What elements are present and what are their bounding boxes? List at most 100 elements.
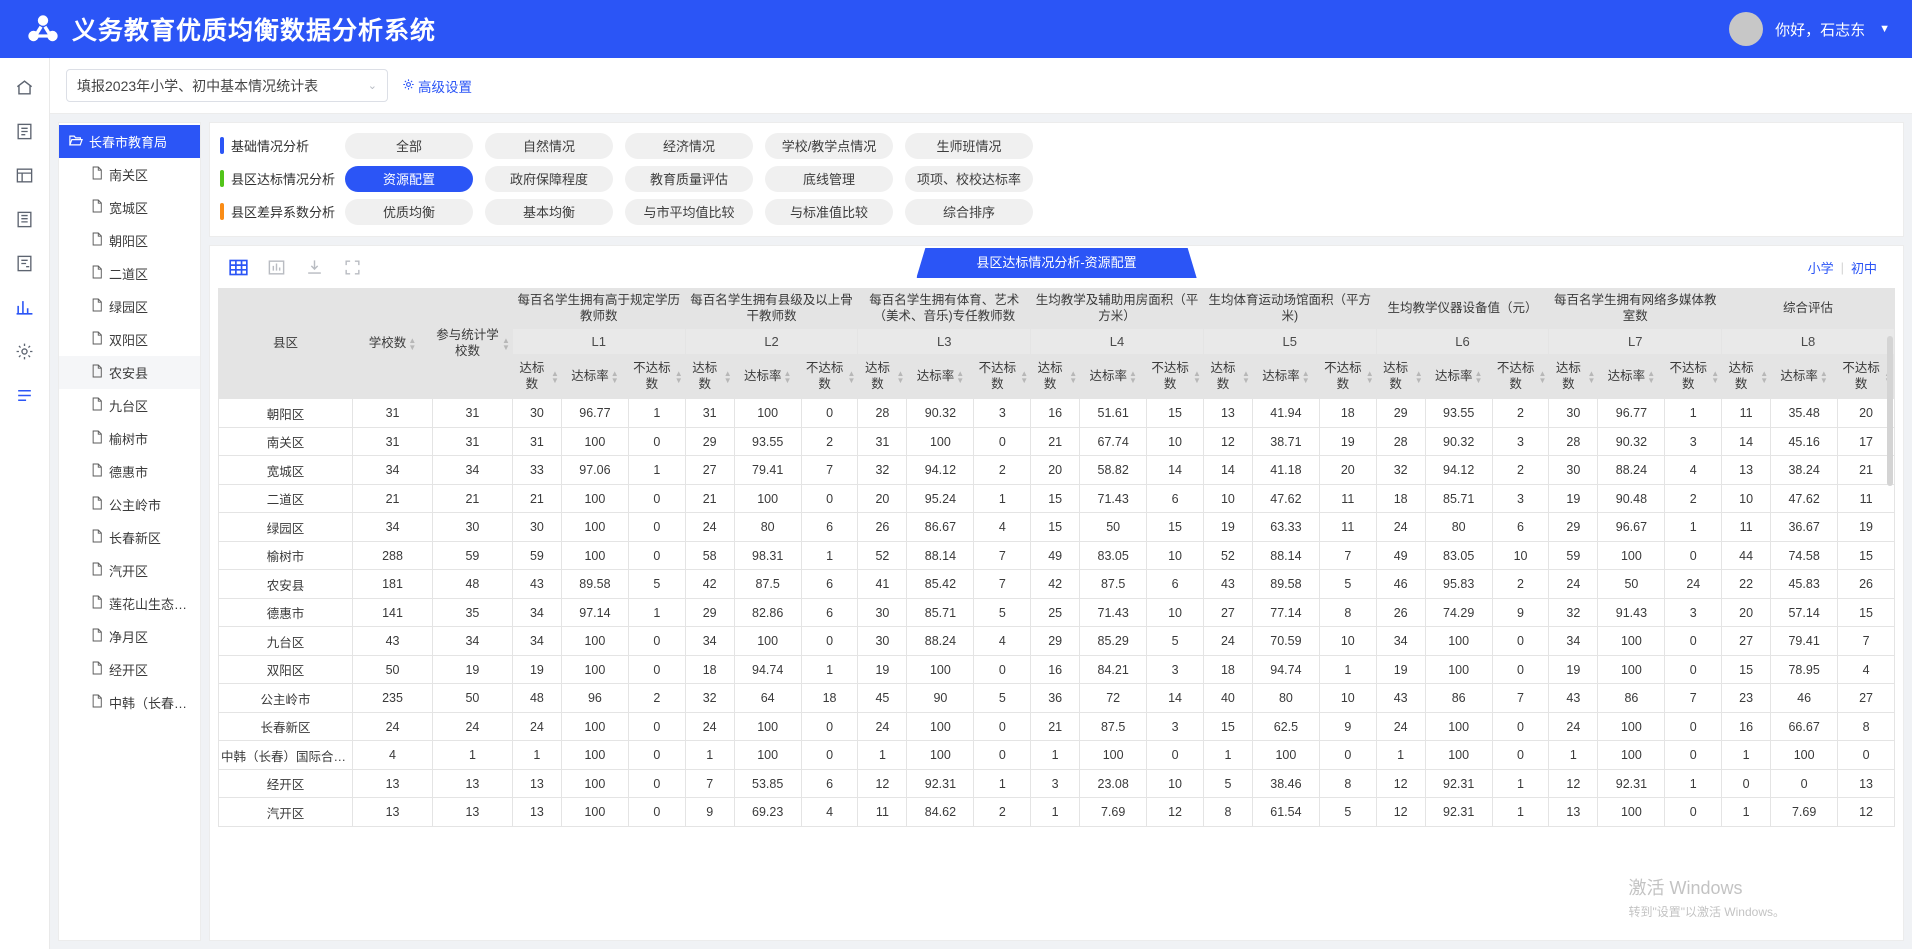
fullscreen-icon[interactable] — [340, 255, 364, 279]
report-select[interactable]: 填报2023年小学、初中基本情况统计表 ⌄ — [66, 69, 388, 102]
sort-icon[interactable]: ▲▼ — [896, 369, 904, 384]
column-header-pass-rate[interactable]: 达标率 ▲ ▼ — [1079, 354, 1148, 400]
sort-icon[interactable]: ▲▼ — [408, 336, 416, 351]
sort-icon[interactable]: ▲▼ — [1129, 369, 1137, 384]
sort-icon[interactable]: ▲▼ — [611, 369, 619, 384]
category-chip[interactable]: 资源配置 — [345, 165, 473, 192]
level-junior[interactable]: 初中 — [1851, 258, 1877, 277]
column-header-fail-count[interactable]: 不达标数▲▼ — [1318, 354, 1377, 400]
table-row[interactable]: 宽城区 34 34 33 97.06 1 27 79.41 7 32 94.12 2 20 58.82 14… — [218, 455, 1895, 485]
sort-icon[interactable]: ▲▼ — [956, 369, 964, 384]
table-row[interactable]: 经开区 13 13 13 100 0 7 53.85 6 12 92.31 1 3 23.08 10 5 38.… — [218, 768, 1895, 799]
column-header-pass-count[interactable]: 达标数 ▲ ▼ — [1721, 354, 1772, 400]
category-chip[interactable]: 基本均衡 — [485, 198, 613, 225]
tree-item[interactable]: 中韩（长春… — [59, 686, 200, 719]
category-chip[interactable]: 生师班情况 — [905, 132, 1033, 159]
column-header-pass-rate[interactable]: 达标率 ▲ ▼ — [560, 354, 629, 400]
table-row[interactable]: 双阳区 50 19 19 100 0 18 94.74 1 19 100 0 16 84.21 3 18 94.… — [218, 654, 1895, 685]
report-icon[interactable] — [12, 250, 38, 276]
table-row[interactable]: 绿园区 34 30 30 100 0 24 80 6 26 86.67 4 15 50 15 19 63.33 1… — [218, 512, 1895, 542]
sort-icon[interactable]: ▲▼ — [502, 336, 510, 351]
column-header-pass-rate[interactable]: 达标率 ▲ ▼ — [1424, 354, 1493, 400]
category-chip[interactable]: 教育质量评估 — [625, 165, 753, 192]
document-icon[interactable] — [12, 206, 38, 232]
table-row[interactable]: 中韩（长春）国际合作… 4 1 1 100 0 1 100 0 1 100 0 1 100 0 1 100 0 1 1… — [218, 740, 1895, 770]
sort-icon[interactable]: ▲▼ — [1760, 369, 1768, 384]
home-icon[interactable] — [12, 74, 38, 100]
caret-down-icon[interactable]: ▼ — [1879, 23, 1890, 35]
table-row[interactable]: 朝阳区 31 31 30 96.77 1 31 100 0 28 90.32 3 16 51.61 15 13… — [218, 398, 1895, 428]
column-header-fail-count[interactable]: 不达标数▲▼ — [1664, 354, 1723, 400]
scrollbar-thumb[interactable] — [1887, 336, 1893, 486]
category-chip[interactable]: 学校/教学点情况 — [765, 132, 893, 159]
download-icon[interactable] — [302, 255, 326, 279]
tree-item[interactable]: 绿园区 — [59, 290, 200, 323]
vertical-scrollbar[interactable] — [1887, 336, 1893, 932]
category-chip[interactable]: 全部 — [345, 132, 473, 159]
tree-item[interactable]: 德惠市 — [59, 455, 200, 488]
table-row[interactable]: 公主岭市 235 50 48 96 2 32 64 18 45 90 5 36 72 14 40 80 10 43 8… — [218, 683, 1895, 713]
table-row[interactable]: 汽开区 13 13 13 100 0 9 69.23 4 11 84.62 2 1 7.69 12 8 61.5… — [218, 797, 1895, 827]
tree-item[interactable]: 汽开区 — [59, 554, 200, 587]
column-header-counted-schools[interactable]: 参与统计学校数 ▲ ▼ — [431, 288, 513, 400]
sort-icon[interactable]: ▲▼ — [783, 369, 791, 384]
sort-icon[interactable]: ▲▼ — [1415, 369, 1423, 384]
tree-root-changchun-bureau[interactable]: 长春市教育局 — [59, 125, 200, 158]
tree-item[interactable]: 南关区 — [59, 158, 200, 191]
tree-item[interactable]: 农安县 — [59, 356, 200, 389]
column-header-pass-count[interactable]: 达标数 ▲ ▼ — [1375, 354, 1426, 400]
tree-item[interactable]: 二道区 — [59, 257, 200, 290]
tree-item[interactable]: 经开区 — [59, 653, 200, 686]
table-row[interactable]: 长春新区 24 24 24 100 0 24 100 0 24 100 0 21 87.5 3 15 62.5 9… — [218, 711, 1895, 742]
sort-icon[interactable]: ▲▼ — [1020, 369, 1028, 384]
table-view-icon[interactable] — [226, 255, 250, 279]
table-row[interactable]: 德惠市 141 35 34 97.14 1 29 82.86 6 30 85.71 5 25 71.43 1… — [218, 597, 1895, 628]
category-chip[interactable]: 优质均衡 — [345, 198, 473, 225]
tree-item[interactable]: 净月区 — [59, 620, 200, 653]
category-chip[interactable]: 底线管理 — [765, 165, 893, 192]
column-header-fail-count[interactable]: 不达标数▲▼ — [1146, 354, 1204, 400]
sort-icon[interactable]: ▲▼ — [848, 369, 856, 384]
table-icon[interactable] — [12, 162, 38, 188]
sort-icon[interactable]: ▲▼ — [1647, 369, 1655, 384]
column-header-pass-rate[interactable]: 达标率 ▲ ▼ — [906, 354, 975, 400]
table-row[interactable]: 榆树市 288 59 59 100 0 58 98.31 1 52 88.14 7 49 83.05 10 5… — [218, 540, 1895, 571]
category-chip[interactable]: 项项、校校达标率 — [905, 165, 1033, 192]
sort-icon[interactable]: ▲▼ — [1820, 369, 1828, 384]
gear-icon[interactable] — [12, 338, 38, 364]
category-chip[interactable]: 与市平均值比较 — [625, 198, 753, 225]
tree-item[interactable]: 长春新区 — [59, 521, 200, 554]
column-header-fail-count[interactable]: 不达标数▲▼ — [1491, 354, 1550, 400]
sort-icon[interactable]: ▲▼ — [1711, 369, 1719, 384]
sort-icon[interactable]: ▲▼ — [675, 369, 683, 384]
column-header-pass-count[interactable]: 达标数 ▲ ▼ — [511, 354, 562, 400]
form-icon[interactable] — [12, 118, 38, 144]
table-row[interactable]: 农安县 181 48 43 89.58 5 42 87.5 6 41 85.42 7 42 87.5 6 43… — [218, 569, 1895, 599]
column-header-schools[interactable]: 学校数 ▲ ▼ — [352, 288, 433, 400]
tree-item[interactable]: 朝阳区 — [59, 224, 200, 257]
column-header-pass-count[interactable]: 达标数 ▲ ▼ — [684, 354, 735, 400]
column-header-fail-count[interactable]: 不达标数▲▼ — [973, 354, 1032, 400]
column-header-pass-count[interactable]: 达标数 ▲ ▼ — [1202, 354, 1253, 400]
column-header-pass-count[interactable]: 达标数 ▲ ▼ — [857, 354, 908, 400]
table-row[interactable]: 九台区 43 34 34 100 0 34 100 0 30 88.24 4 29 85.29 5 24 70.… — [218, 626, 1895, 656]
sort-icon[interactable]: ▲▼ — [1474, 369, 1482, 384]
category-chip[interactable]: 与标准值比较 — [765, 198, 893, 225]
sort-icon[interactable]: ▲▼ — [1366, 369, 1374, 384]
category-chip[interactable]: 经济情况 — [625, 132, 753, 159]
table-row[interactable]: 南关区 31 31 31 100 0 29 93.55 2 31 100 0 21 67.74 10 12 38… — [218, 426, 1895, 457]
table-row[interactable]: 二道区 21 21 21 100 0 21 100 0 20 95.24 1 15 71.43 6 10 47.… — [218, 483, 1895, 514]
table-scroll-area[interactable]: 县区 学校数 ▲ ▼ 参与统计学校数 ▲ ▼ 每百名学生拥有高于规定学历教师数 每百名学生拥有县… — [218, 288, 1895, 940]
column-header-pass-rate[interactable]: 达标率 ▲ ▼ — [733, 354, 802, 400]
tree-item[interactable]: 双阳区 — [59, 323, 200, 356]
category-chip[interactable]: 综合排序 — [905, 198, 1033, 225]
level-primary[interactable]: 小学 — [1808, 258, 1834, 277]
column-header-pass-rate[interactable]: 达标率 ▲ ▼ — [1597, 354, 1666, 400]
tree-item[interactable]: 莲花山生态… — [59, 587, 200, 620]
tree-item[interactable]: 宽城区 — [59, 191, 200, 224]
sort-icon[interactable]: ▲▼ — [724, 369, 732, 384]
bar-chart-icon[interactable] — [264, 255, 288, 279]
sort-icon[interactable]: ▲▼ — [1587, 369, 1595, 384]
sort-icon[interactable]: ▲▼ — [1538, 369, 1546, 384]
column-header-fail-count[interactable]: 不达标数▲▼ — [627, 354, 686, 400]
